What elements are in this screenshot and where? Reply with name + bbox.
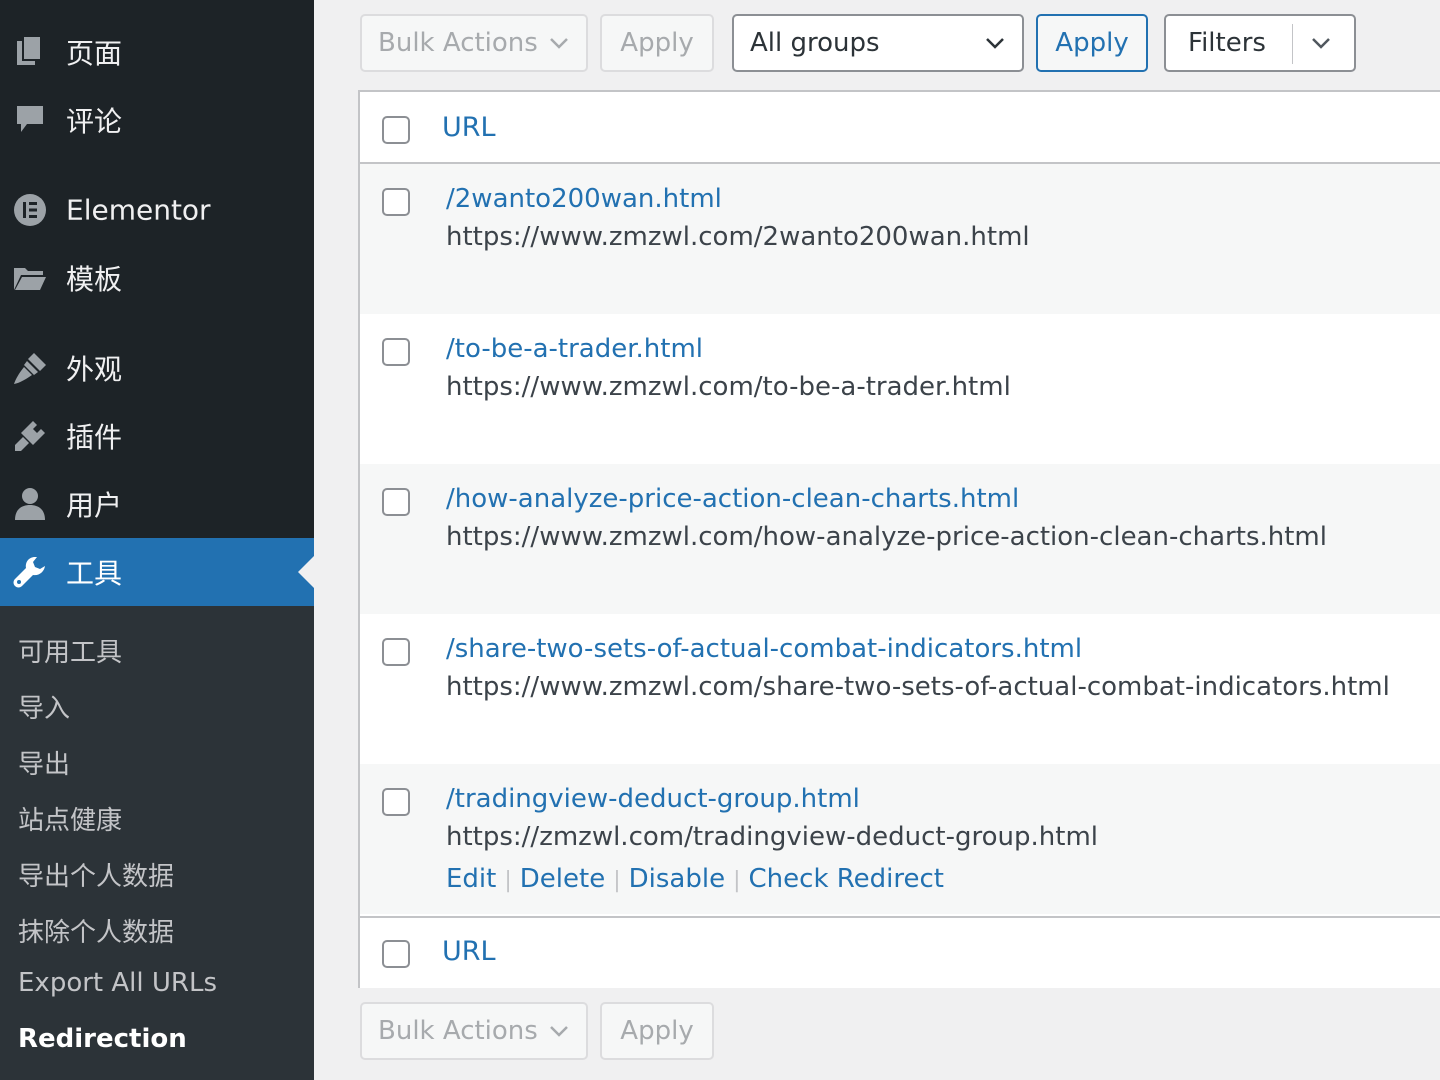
appearance-brush-icon bbox=[12, 350, 48, 386]
row-source-url[interactable]: /2wanto200wan.html bbox=[446, 184, 722, 214]
row-source-url[interactable]: /how-analyze-price-action-clean-charts.h… bbox=[446, 484, 1019, 514]
row-target-url: https://zmzwl.com/tradingview-deduct-gro… bbox=[446, 822, 1098, 852]
admin-sidebar: 页面 评论 Elementor 模板 外观 插件 用户 工具 可用工具 导入 导… bbox=[0, 0, 314, 1080]
menu-label: 模板 bbox=[66, 263, 123, 296]
row-checkbox[interactable] bbox=[382, 188, 410, 216]
action-separator: | bbox=[733, 868, 741, 893]
pages-icon bbox=[12, 34, 48, 70]
group-select-value: All groups bbox=[750, 28, 880, 58]
row-source-url[interactable]: /to-be-a-trader.html bbox=[446, 334, 703, 364]
row-actions: Edit | Delete | Disable | Check Redirect bbox=[446, 864, 944, 894]
menu-item-elementor[interactable]: Elementor bbox=[0, 176, 314, 244]
edit-link[interactable]: Edit bbox=[446, 864, 496, 894]
submenu-import[interactable]: 导入 bbox=[18, 688, 70, 725]
row-source-url[interactable]: /share-two-sets-of-actual-combat-indicat… bbox=[446, 634, 1082, 664]
menu-label: 评论 bbox=[66, 105, 123, 138]
menu-label: Elementor bbox=[66, 193, 211, 227]
table-footer: URL bbox=[360, 916, 1440, 988]
row-checkbox[interactable] bbox=[382, 338, 410, 366]
menu-label: 外观 bbox=[66, 353, 123, 386]
url-column-footer[interactable]: URL bbox=[442, 936, 496, 967]
submenu-redirection[interactable]: Redirection bbox=[18, 1024, 187, 1054]
menu-item-plugins[interactable]: 插件 bbox=[0, 402, 314, 470]
submenu-available-tools[interactable]: 可用工具 bbox=[18, 632, 122, 669]
table-row: /tradingview-deduct-group.html https://z… bbox=[360, 764, 1440, 914]
bulk-actions-label: Bulk Actions bbox=[378, 1016, 538, 1046]
row-checkbox[interactable] bbox=[382, 638, 410, 666]
menu-label: 插件 bbox=[66, 421, 123, 454]
apply-button-bottom[interactable]: Apply bbox=[600, 1002, 714, 1060]
chevron-down-icon[interactable] bbox=[1310, 32, 1332, 54]
url-column-header[interactable]: URL bbox=[442, 112, 496, 143]
table-row: /share-two-sets-of-actual-combat-indicat… bbox=[360, 614, 1440, 764]
chevron-down-icon bbox=[550, 1026, 568, 1037]
chevron-down-icon bbox=[986, 38, 1004, 49]
filters-label: Filters bbox=[1188, 28, 1266, 58]
menu-item-templates[interactable]: 模板 bbox=[0, 244, 314, 312]
group-apply-button[interactable]: Apply bbox=[1036, 14, 1148, 72]
elementor-icon bbox=[12, 192, 48, 228]
filters-divider bbox=[1292, 24, 1293, 64]
select-all-checkbox-footer[interactable] bbox=[382, 940, 410, 968]
row-target-url: https://www.zmzwl.com/2wanto200wan.html bbox=[446, 222, 1030, 252]
row-target-url: https://www.zmzwl.com/how-analyze-price-… bbox=[446, 522, 1327, 552]
menu-item-comments[interactable]: 评论 bbox=[0, 86, 314, 154]
delete-link[interactable]: Delete bbox=[520, 864, 605, 894]
folder-icon bbox=[12, 260, 48, 296]
table-row: /2wanto200wan.html https://www.zmzwl.com… bbox=[360, 164, 1440, 314]
plugins-plug-icon bbox=[12, 418, 48, 454]
bulk-actions-select-top[interactable]: Bulk Actions bbox=[360, 14, 588, 72]
row-target-url: https://www.zmzwl.com/to-be-a-trader.htm… bbox=[446, 372, 1011, 402]
bulk-actions-select-bottom[interactable]: Bulk Actions bbox=[360, 1002, 588, 1060]
group-select[interactable]: All groups bbox=[732, 14, 1024, 72]
submenu-export-all-urls[interactable]: Export All URLs bbox=[18, 968, 217, 998]
action-separator: | bbox=[613, 868, 621, 893]
action-separator: | bbox=[504, 868, 512, 893]
filters-dropdown[interactable]: Filters bbox=[1164, 14, 1356, 72]
check-redirect-link[interactable]: Check Redirect bbox=[749, 864, 944, 894]
menu-label: 用户 bbox=[66, 489, 123, 522]
submenu-erase-personal-data[interactable]: 抹除个人数据 bbox=[18, 912, 174, 949]
menu-label: 页面 bbox=[66, 37, 123, 70]
menu-label: 工具 bbox=[66, 557, 123, 590]
tools-submenu: 可用工具 导入 导出 站点健康 导出个人数据 抹除个人数据 Export All… bbox=[0, 606, 314, 1080]
row-source-url[interactable]: /tradingview-deduct-group.html bbox=[446, 784, 860, 814]
row-checkbox[interactable] bbox=[382, 488, 410, 516]
table-row: /to-be-a-trader.html https://www.zmzwl.c… bbox=[360, 314, 1440, 464]
menu-item-users[interactable]: 用户 bbox=[0, 470, 314, 538]
apply-button-top[interactable]: Apply bbox=[600, 14, 714, 72]
select-all-checkbox[interactable] bbox=[382, 116, 410, 144]
bulk-actions-label: Bulk Actions bbox=[378, 28, 538, 58]
table-header: URL bbox=[360, 92, 1440, 164]
redirects-table: URL /2wanto200wan.html https://www.zmzwl… bbox=[358, 90, 1440, 988]
disable-link[interactable]: Disable bbox=[629, 864, 725, 894]
menu-item-appearance[interactable]: 外观 bbox=[0, 334, 314, 402]
menu-item-pages[interactable]: 页面 bbox=[0, 18, 314, 86]
comments-icon bbox=[12, 102, 48, 138]
chevron-down-icon bbox=[550, 38, 568, 49]
tools-wrench-icon bbox=[12, 554, 48, 590]
submenu-export[interactable]: 导出 bbox=[18, 744, 70, 781]
submenu-site-health[interactable]: 站点健康 bbox=[18, 800, 122, 837]
row-checkbox[interactable] bbox=[382, 788, 410, 816]
row-target-url: https://www.zmzwl.com/share-two-sets-of-… bbox=[446, 672, 1390, 702]
table-row: /how-analyze-price-action-clean-charts.h… bbox=[360, 464, 1440, 614]
submenu-export-personal-data[interactable]: 导出个人数据 bbox=[18, 856, 174, 893]
menu-item-tools[interactable]: 工具 bbox=[0, 538, 314, 606]
users-icon bbox=[12, 486, 48, 522]
